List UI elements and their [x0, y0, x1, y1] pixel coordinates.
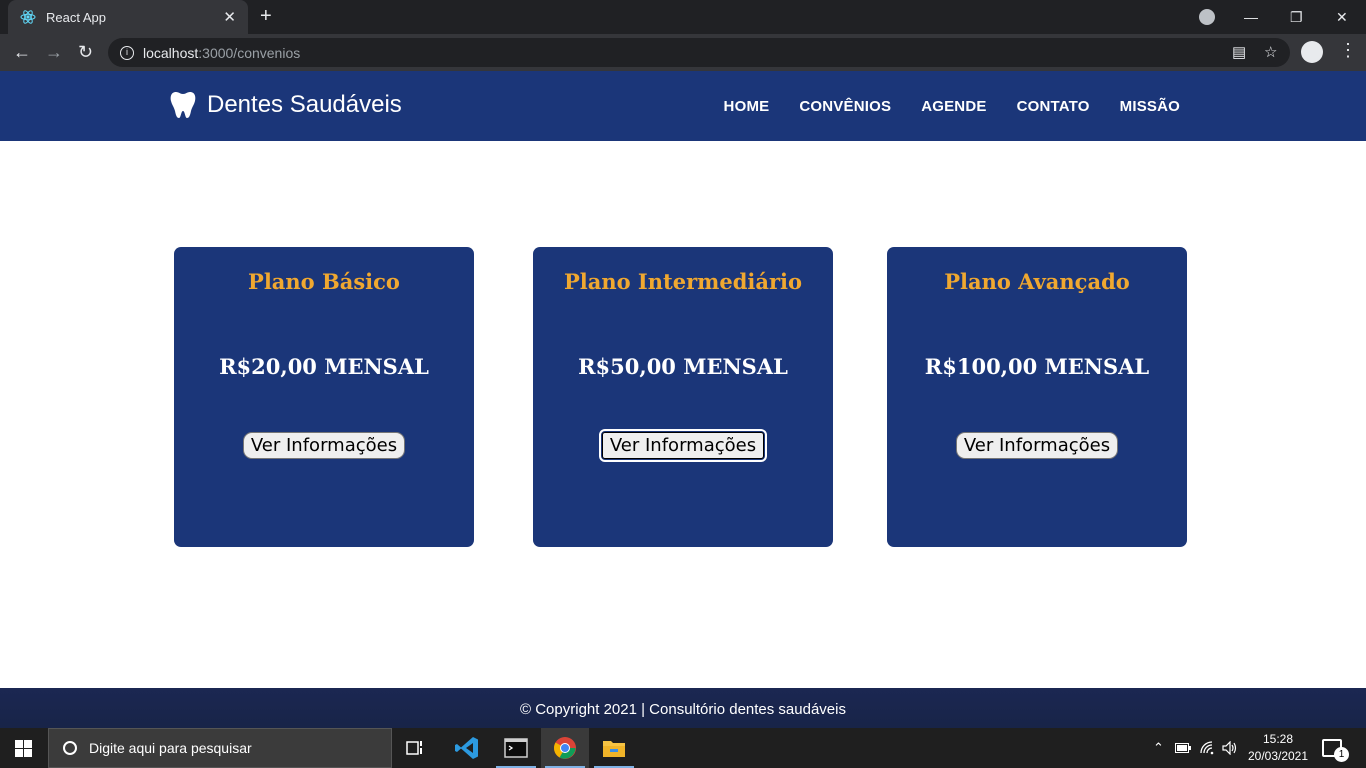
address-bar[interactable]: i localhost:3000/convenios [108, 38, 1290, 67]
react-logo-icon [20, 10, 36, 24]
site-footer: © Copyright 2021 | Consultório dentes sa… [0, 688, 1366, 728]
search-icon [63, 741, 77, 755]
battery-icon[interactable] [1175, 728, 1191, 768]
copyright-text: © Copyright 2021 | Consultório dentes sa… [520, 701, 846, 718]
volume-icon[interactable] [1222, 728, 1238, 768]
nav-contato-link[interactable]: CONTATO [1017, 98, 1090, 115]
nav-agende-link[interactable]: AGENDE [921, 98, 986, 115]
window-restore-button[interactable]: ❐ [1290, 0, 1303, 34]
tab-search-icon[interactable] [1199, 9, 1215, 25]
terminal-icon[interactable] [492, 728, 540, 768]
nav-home-link[interactable]: HOME [724, 98, 770, 115]
tab-close-icon[interactable]: ✕ [223, 8, 236, 26]
plan-card-intermediario: Plano Intermediário R$50,00 MENSAL Ver I… [533, 247, 833, 547]
action-center-icon[interactable]: 1 [1322, 739, 1349, 762]
task-view-icon[interactable] [392, 728, 440, 768]
translate-icon[interactable]: ▤ [1232, 43, 1246, 61]
os-taskbar: Digite aqui para pesquisar ⌃ 15:28 20/03… [0, 728, 1366, 768]
browser-tab-strip: React App ✕ + — ❐ ✕ [0, 0, 1366, 34]
back-arrow-icon[interactable]: ← [13, 42, 31, 62]
url-path: :3000/convenios [198, 44, 301, 61]
plan-title: Plano Avançado [944, 269, 1130, 294]
plan-price: R$50,00 MENSAL [578, 354, 788, 379]
ver-informacoes-button[interactable]: Ver Informações [955, 432, 1119, 459]
brand-name: Dentes Saudáveis [207, 91, 402, 118]
tooth-icon [170, 92, 196, 118]
windows-start-icon[interactable] [15, 740, 32, 757]
taskbar-search-box[interactable]: Digite aqui para pesquisar [48, 728, 392, 768]
vscode-icon[interactable] [443, 728, 491, 768]
nav-missao-link[interactable]: MISSÃO [1120, 98, 1180, 115]
plan-price: R$100,00 MENSAL [924, 354, 1150, 379]
profile-avatar-icon[interactable] [1301, 41, 1323, 63]
search-placeholder: Digite aqui para pesquisar [89, 740, 252, 756]
site-info-icon[interactable]: i [120, 45, 134, 60]
clock-time: 15:28 [1262, 732, 1294, 746]
wifi-icon[interactable] [1200, 728, 1216, 768]
chrome-icon[interactable] [541, 728, 589, 768]
notification-count-badge: 1 [1334, 747, 1349, 762]
browser-tab[interactable]: React App ✕ [8, 0, 248, 34]
ver-informacoes-button[interactable]: Ver Informações [242, 432, 406, 459]
forward-arrow-icon[interactable]: → [45, 42, 63, 62]
browser-toolbar: ← → ↻ i localhost:3000/convenios ▤ ☆ [0, 34, 1366, 71]
browser-menu-icon[interactable]: ⋮ [1339, 40, 1357, 61]
plan-card-avancado: Plano Avançado R$100,00 MENSAL Ver Infor… [887, 247, 1187, 547]
show-hidden-icons-chevron-icon[interactable]: ⌃ [1153, 728, 1164, 768]
site-header: Dentes Saudáveis HOME CONVÊNIOS AGENDE C… [0, 71, 1366, 141]
url-host: localhost [143, 44, 199, 61]
plan-title: Plano Intermediário [563, 269, 803, 294]
window-close-button[interactable]: ✕ [1336, 0, 1348, 34]
clock-date: 20/03/2021 [1247, 749, 1309, 763]
taskbar-clock[interactable]: 15:28 20/03/2021 [1246, 731, 1310, 765]
new-tab-button[interactable]: + [260, 6, 272, 26]
file-explorer-icon[interactable] [590, 728, 638, 768]
plan-title: Plano Básico [248, 269, 400, 294]
tab-title: React App [46, 9, 106, 25]
window-minimize-button[interactable]: — [1244, 0, 1258, 34]
site-brand[interactable]: Dentes Saudáveis [170, 91, 402, 119]
ver-informacoes-button[interactable]: Ver Informações [598, 429, 768, 462]
main-nav: HOME CONVÊNIOS AGENDE CONTATO MISSÃO [724, 98, 1180, 115]
bookmark-star-icon[interactable]: ☆ [1264, 43, 1277, 61]
plan-price: R$20,00 MENSAL [219, 354, 429, 379]
reload-icon[interactable]: ↻ [78, 42, 93, 62]
plan-card-basico: Plano Básico R$20,00 MENSAL Ver Informaç… [174, 247, 474, 547]
nav-convenios-link[interactable]: CONVÊNIOS [799, 98, 891, 115]
